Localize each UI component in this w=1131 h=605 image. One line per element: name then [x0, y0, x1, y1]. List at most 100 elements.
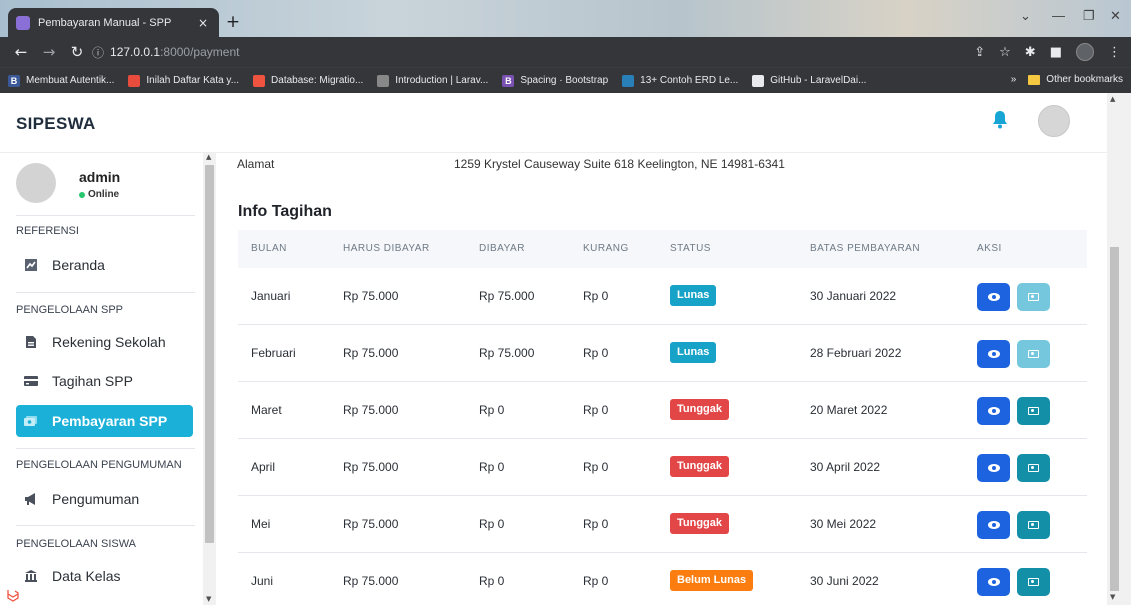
bookmarks-bar: B Membuat Autentik... Inilah Daftar Kata y…: [0, 67, 1131, 93]
sidebar-item-pembayaran-spp[interactable]: Pembayaran SPP: [16, 405, 193, 437]
bell-icon[interactable]: [992, 110, 1008, 130]
cell-bulan: Mei: [251, 517, 271, 531]
sidebar-item-rekening-sekolah[interactable]: Rekening Sekolah: [16, 326, 193, 358]
section-title: Info Tagihan: [238, 203, 332, 220]
tab-search-icon[interactable]: ⌄: [1020, 8, 1031, 24]
megaphone-icon: [24, 492, 38, 506]
table-row: Juni Rp 75.000 Rp 0 Rp 0 Belum Lunas 30 Juni …: [238, 553, 1087, 605]
status-badge: Belum Lunas: [670, 570, 754, 591]
bookmark-favicon-icon: [622, 74, 635, 87]
bookmark-label: GitHub - LaravelDai...: [770, 75, 867, 86]
bookmark-item[interactable]: Introduction | Larav...: [377, 74, 488, 87]
scrollbar-thumb[interactable]: [1110, 247, 1119, 591]
view-button[interactable]: [977, 511, 1010, 539]
bookmark-item[interactable]: Database: Migratio...: [253, 74, 363, 87]
view-button[interactable]: [977, 397, 1010, 425]
address-bar[interactable]: ⓘ 127.0.0.1 :8000/payment: [92, 41, 632, 63]
bookmark-item[interactable]: Inilah Daftar Kata y...: [128, 74, 239, 87]
scroll-up-icon[interactable]: ▲: [1110, 95, 1115, 103]
pay-button[interactable]: [1017, 340, 1050, 368]
cell-dibayar: Rp 75.000: [479, 346, 535, 360]
pay-button[interactable]: [1017, 283, 1050, 311]
bookmark-label: Membuat Autentik...: [26, 75, 115, 86]
cell-batas-pembayaran: 20 Maret 2022: [810, 403, 888, 417]
pay-button[interactable]: [1017, 454, 1050, 482]
eye-icon: [987, 521, 1000, 529]
sidebar-item-beranda[interactable]: Beranda: [16, 249, 193, 281]
menu-icon[interactable]: ⋮: [1108, 45, 1121, 60]
cell-kurang: Rp 0: [583, 346, 609, 360]
col-header-bulan: BULAN: [251, 243, 287, 254]
sidebar-item-tagihan-spp[interactable]: Tagihan SPP: [16, 365, 193, 397]
page-scrollbar[interactable]: ▲ ▼: [1107, 93, 1131, 605]
eye-icon: [987, 464, 1000, 472]
sidepanel-icon[interactable]: ■: [1050, 45, 1062, 60]
cell-batas-pembayaran: 30 Mei 2022: [810, 517, 877, 531]
browser-tab[interactable]: Pembayaran Manual - SPP ×: [8, 8, 219, 37]
other-bookmarks[interactable]: » Other bookmarks: [1011, 74, 1123, 85]
section-heading-siswa: PENGELOLAAN SISWA: [16, 538, 137, 550]
maximize-icon[interactable]: ❐: [1083, 8, 1095, 24]
extensions-icon[interactable]: ✱: [1025, 45, 1036, 60]
pay-button[interactable]: [1017, 397, 1050, 425]
sidebar-item-label: Rekening Sekolah: [52, 334, 166, 350]
view-button[interactable]: [977, 340, 1010, 368]
table-header: BULAN HARUS DIBAYAR DIBAYAR KURANG STATU…: [238, 230, 1087, 268]
share-icon[interactable]: ⇪: [974, 45, 985, 60]
table-row: Mei Rp 75.000 Rp 0 Rp 0 Tunggak 30 Mei 2022: [238, 496, 1087, 553]
sidebar-item-data-kelas[interactable]: Data Kelas: [16, 560, 193, 592]
view-button[interactable]: [977, 454, 1010, 482]
pay-button[interactable]: [1017, 511, 1050, 539]
cell-bulan: Maret: [251, 403, 282, 417]
sidebar-item-pengumuman[interactable]: Pengumuman: [16, 483, 193, 515]
tab-title: Pembayaran Manual - SPP: [38, 16, 172, 29]
user-avatar[interactable]: [1038, 105, 1070, 137]
bookmark-star-icon[interactable]: ☆: [999, 45, 1011, 60]
section-heading-pengumuman: PENGELOLAAN PENGUMUMAN: [16, 459, 182, 471]
col-header-dibayar: DIBAYAR: [479, 243, 525, 254]
scroll-up-icon[interactable]: ▲: [206, 153, 211, 161]
minimize-icon[interactable]: —: [1052, 8, 1065, 23]
reload-icon[interactable]: ↻: [66, 43, 88, 61]
bookmark-favicon-icon: [377, 74, 390, 87]
sidebar-scrollbar[interactable]: ▲ ▼: [203, 153, 216, 605]
forward-icon[interactable]: →: [38, 43, 60, 61]
table-row: Maret Rp 75.000 Rp 0 Rp 0 Tunggak 20 Maret 20…: [238, 382, 1087, 439]
bookmark-item[interactable]: GitHub - LaravelDai...: [752, 74, 867, 87]
sidebar: admin Online REFERENSI Beranda PENGELOLA…: [0, 153, 203, 605]
site-info-icon[interactable]: ⓘ: [92, 44, 104, 61]
cell-harus-dibayar: Rp 75.000: [343, 403, 399, 417]
profile-avatar[interactable]: [1076, 43, 1094, 61]
table-row: Januari Rp 75.000 Rp 75.000 Rp 0 Lunas 30 Jan…: [238, 268, 1087, 325]
brand-logo[interactable]: SIPESWA: [16, 114, 96, 134]
col-header-batas-pembayaran: BATAS PEMBAYARAN: [810, 243, 921, 254]
bookmark-favicon-icon: [752, 74, 765, 87]
pay-button[interactable]: [1017, 568, 1050, 596]
bookmark-favicon-icon: [128, 74, 141, 87]
bookmark-item[interactable]: B Membuat Autentik...: [8, 74, 115, 87]
url-host: 127.0.0.1: [110, 45, 161, 59]
scroll-down-icon[interactable]: ▼: [1110, 593, 1115, 601]
bookmarks-overflow-icon[interactable]: »: [1011, 74, 1017, 85]
profile-status: Online: [79, 189, 119, 200]
cell-harus-dibayar: Rp 75.000: [343, 460, 399, 474]
sidebar-profile: admin Online: [16, 163, 196, 207]
money-icon: [1028, 350, 1039, 358]
window-close-icon[interactable]: ✕: [1110, 8, 1121, 24]
scroll-down-icon[interactable]: ▼: [206, 595, 211, 603]
divider: [16, 525, 195, 526]
view-button[interactable]: [977, 568, 1010, 596]
laravel-debugbar-icon[interactable]: [6, 588, 20, 602]
new-tab-button[interactable]: +: [223, 13, 243, 33]
back-icon[interactable]: ←: [10, 43, 32, 61]
cell-kurang: Rp 0: [583, 574, 609, 588]
section-heading-spp: PENGELOLAAN SPP: [16, 304, 123, 316]
bookmark-item[interactable]: 13+ Contoh ERD Le...: [622, 74, 738, 87]
scrollbar-thumb[interactable]: [205, 165, 214, 543]
cell-dibayar: Rp 0: [479, 460, 505, 474]
bookmark-item[interactable]: B Spacing · Bootstrap: [502, 74, 608, 87]
tab-close-icon[interactable]: ×: [195, 16, 211, 30]
cell-kurang: Rp 0: [583, 460, 609, 474]
table-row: April Rp 75.000 Rp 0 Rp 0 Tunggak 30 April 20…: [238, 439, 1087, 496]
view-button[interactable]: [977, 283, 1010, 311]
